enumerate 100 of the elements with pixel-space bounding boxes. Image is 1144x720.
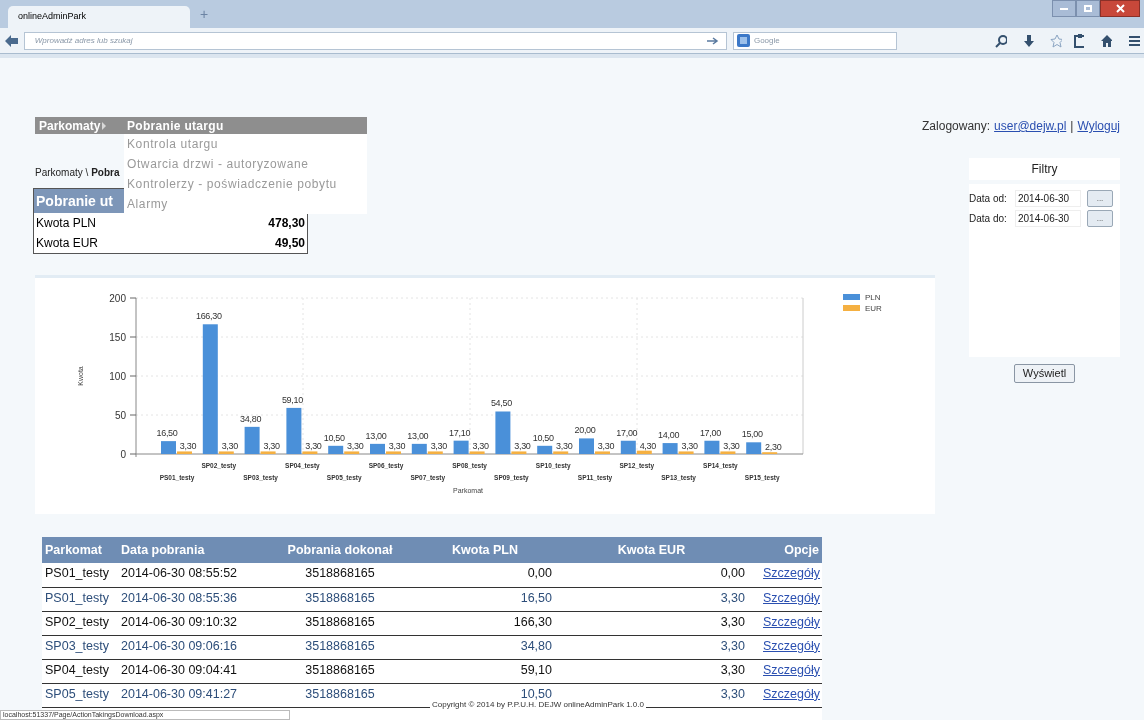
field-label: Data od: (969, 192, 1008, 206)
maximize-button[interactable] (1076, 0, 1100, 17)
search-engine-icon[interactable] (736, 34, 750, 47)
data-label: 3,30 (305, 441, 322, 452)
data-label: 13,00 (365, 430, 387, 441)
tick-label: 200 (109, 293, 126, 304)
star-icon[interactable] (1049, 33, 1062, 48)
close-icon[interactable] (1115, 4, 1125, 13)
table-cell: 16,50 (520, 590, 552, 605)
back-icon[interactable] (4, 33, 18, 48)
tick-label: 150 (109, 332, 126, 343)
summary-value: 478,30 (268, 215, 305, 232)
table-cell: 2014-06-30 09:10:32 (121, 614, 238, 629)
details-link[interactable]: Szczegóły (763, 614, 820, 629)
data-label: 17,00 (699, 427, 721, 438)
separator: | (1070, 118, 1074, 135)
data-label: 17,00 (616, 427, 638, 438)
data-label: 3,30 (430, 441, 447, 452)
logout-link[interactable]: Wyloguj (1077, 117, 1120, 135)
data-label: 10,50 (532, 432, 554, 443)
column-header: Kwota EUR (555, 537, 748, 563)
data-label: 34,80 (240, 413, 262, 424)
summary-label: Kwota EUR (36, 235, 99, 252)
column-header: Kwota PLN (415, 537, 555, 563)
data-label: 3,30 (179, 441, 197, 452)
table-cell: 2014-06-30 09:04:41 (121, 662, 238, 677)
details-link[interactable]: Szczegóły (763, 566, 820, 580)
data-label: 166,30 (195, 311, 222, 322)
go-arrow-icon[interactable] (705, 35, 720, 46)
date-field[interactable]: 2014-06-30 (1015, 210, 1081, 227)
table-cell: 3,30 (720, 638, 745, 653)
data-label: 2,30 (765, 442, 782, 453)
search-icon[interactable] (995, 33, 1008, 48)
data-label: 4,30 (639, 440, 656, 451)
close-button[interactable] (1100, 0, 1140, 17)
data-label: 3,30 (723, 441, 740, 452)
date-picker-button[interactable]: ... (1087, 210, 1113, 227)
tick-label: 0 (120, 449, 126, 460)
download-icon[interactable] (1023, 33, 1034, 48)
table-cell: SP05_testy (45, 686, 109, 701)
legend-item: PLN (843, 293, 881, 302)
field-label: Data do: (969, 212, 1008, 226)
browser-tab[interactable]: onlineAdminPark (8, 6, 190, 28)
data-label: 3,30 (221, 441, 238, 452)
table-cell: PS01_testy (45, 590, 109, 605)
details-link[interactable]: Szczegóły (763, 662, 820, 677)
table-cell: 3518868165 (305, 614, 375, 629)
minimize-button[interactable] (1052, 0, 1076, 17)
clipboard-icon[interactable] (1073, 33, 1084, 48)
table-cell: 34,80 (520, 638, 552, 653)
date-field[interactable]: 2014-06-30 (1015, 190, 1081, 207)
menu-icon[interactable] (1127, 34, 1140, 47)
date-picker-button[interactable]: ... (1087, 190, 1113, 207)
details-link[interactable]: Szczegóły (763, 638, 820, 653)
table-cell: 3518868165 (305, 566, 375, 580)
data-label: 15,00 (741, 429, 763, 440)
data-label: 54,50 (490, 398, 512, 409)
legend-label: EUR (865, 304, 883, 313)
column-header: Data pobrania (118, 537, 265, 563)
user-email-link[interactable]: user@dejw.pl (994, 117, 1067, 135)
data-label: 13,00 (407, 430, 429, 441)
data-label: 3,30 (388, 441, 406, 452)
table-cell: 2014-06-30 08:55:36 (121, 590, 238, 605)
legend-item: EUR (843, 304, 882, 313)
data-label: 3,30 (472, 441, 489, 452)
table-cell: 2014-06-30 09:06:16 (121, 638, 238, 653)
home-icon[interactable] (1099, 33, 1112, 48)
table-cell: 0,00 (527, 566, 552, 580)
data-label: 20,00 (574, 425, 596, 436)
data-label: 3,30 (556, 441, 573, 452)
table-cell: 3,30 (720, 686, 745, 701)
table-cell: SP04_testy (45, 662, 109, 677)
table-cell: 2014-06-30 09:41:27 (121, 686, 238, 701)
table-cell: 3518868165 (305, 638, 375, 653)
tick-label: 100 (109, 371, 126, 382)
data-label: 17,10 (449, 427, 471, 438)
table-cell: 3,30 (720, 662, 745, 677)
table-cell: 3,30 (720, 614, 745, 629)
table-cell: 3518868165 (305, 590, 375, 605)
column-header: Pobrania dokonał (265, 537, 415, 563)
table-cell: 0,00 (720, 566, 745, 580)
table-cell: SP03_testy (45, 638, 109, 653)
table-cell: PS01_testy (45, 566, 109, 580)
data-label: 10,50 (323, 432, 345, 443)
table-cell: SP02_testy (45, 614, 109, 629)
data-label: 3,30 (681, 441, 698, 452)
legend-label: PLN (865, 293, 881, 302)
table-cell: 3518868165 (305, 686, 375, 701)
panel-title: Filtry (969, 158, 1120, 180)
table-cell: 59,10 (520, 662, 552, 677)
details-link[interactable]: Szczegóły (763, 686, 820, 701)
table-cell: 2014-06-30 08:55:52 (121, 566, 238, 580)
data-label: 16,50 (156, 428, 178, 439)
data-label: 3,30 (347, 441, 364, 452)
show-button[interactable]: Wyświetl (1013, 364, 1076, 383)
details-link[interactable]: Szczegóły (763, 590, 820, 605)
table-cell: 10,50 (520, 686, 552, 701)
column-header: Parkomat (42, 537, 118, 563)
data-label: 3,30 (514, 441, 531, 452)
tick-label: 50 (114, 410, 126, 421)
